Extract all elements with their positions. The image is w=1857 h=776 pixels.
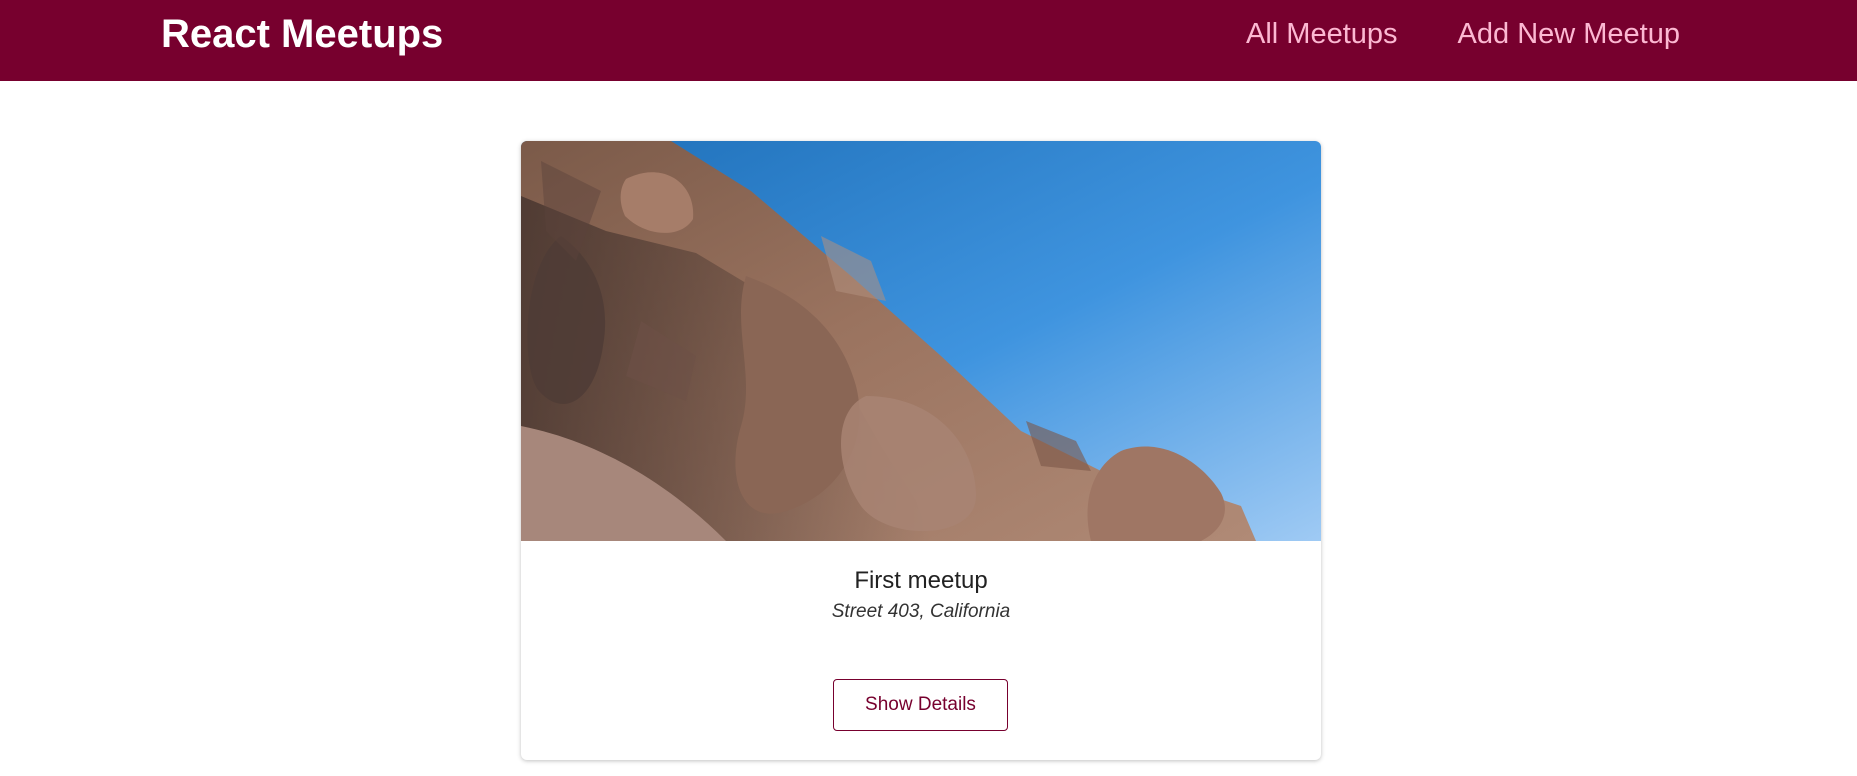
- meetup-address: Street 403, California: [831, 601, 1011, 622]
- show-details-button[interactable]: Show Details: [833, 679, 1008, 731]
- nav-link-add-new-meetup[interactable]: Add New Meetup: [1458, 14, 1680, 54]
- nav-link-all-meetups[interactable]: All Meetups: [1246, 14, 1398, 54]
- main-header: React Meetups All Meetups Add New Meetup: [0, 0, 1857, 81]
- main-navigation: All Meetups Add New Meetup: [1246, 14, 1680, 54]
- meetup-title: First meetup: [854, 567, 988, 594]
- meetup-card: First meetup Street 403, California Show…: [521, 141, 1321, 760]
- site-logo: React Meetups: [161, 12, 444, 56]
- meetup-image: [521, 141, 1321, 541]
